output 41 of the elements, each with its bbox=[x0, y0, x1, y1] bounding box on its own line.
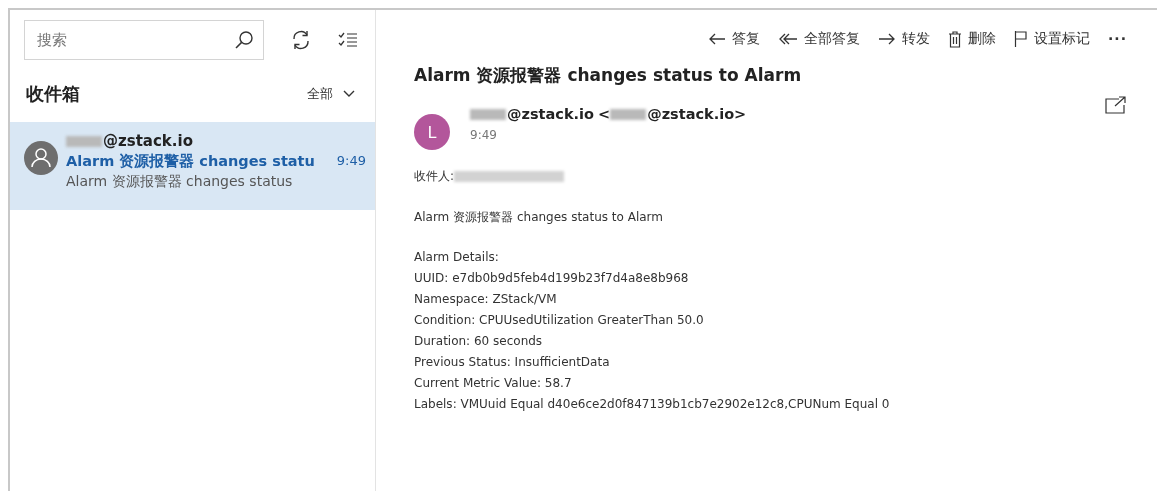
forward-button[interactable]: 转发 bbox=[878, 30, 931, 48]
sender-address: @zstack.io> bbox=[647, 106, 747, 122]
body-text: Alarm 资源报警器 changes status to Alarm bbox=[414, 209, 665, 226]
sender-avatar: L bbox=[414, 114, 450, 150]
flag-button[interactable]: 设置标记 bbox=[1014, 30, 1091, 48]
message-item[interactable]: @zstack.io Alarm 资源报警器 changes statu 9:49 Alarm 资源报警器 changes status bbox=[10, 122, 375, 210]
detail-line: Namespace: ZStack/VM bbox=[414, 291, 558, 308]
select-list-icon[interactable] bbox=[338, 31, 358, 49]
detail-line: UUID: e7db0b9d5feb4d199b23f7d4a8e8b968 bbox=[414, 270, 690, 287]
message-subject: Alarm 资源报警器 changes statu bbox=[66, 152, 315, 171]
filter-dropdown[interactable]: 全部 bbox=[307, 85, 355, 103]
detail-line: Current Metric Value: 58.7 bbox=[414, 375, 573, 392]
avatar-icon bbox=[24, 141, 58, 175]
arrow-left-icon bbox=[708, 32, 727, 46]
message-preview: Alarm 资源报警器 changes status bbox=[66, 172, 294, 191]
more-button[interactable]: ··· bbox=[1108, 30, 1127, 48]
detail-line: Previous Status: InsufficientData bbox=[414, 354, 611, 371]
reply-button[interactable]: 答复 bbox=[708, 30, 761, 48]
angle-bracket: < bbox=[597, 106, 611, 122]
message-time: 9:49 bbox=[336, 152, 366, 170]
folder-title: 收件箱 bbox=[26, 82, 80, 106]
arrow-right-icon bbox=[878, 32, 897, 46]
trash-icon bbox=[948, 30, 963, 48]
sender-address: @zstack.io bbox=[103, 132, 193, 151]
detail-line: Labels: VMUuid Equal d40e6ce2d0f847139b1cb7e2902e12c8,CPUNum Equal 0 bbox=[414, 396, 891, 413]
delete-button[interactable]: 删除 bbox=[948, 30, 997, 48]
double-arrow-left-icon bbox=[778, 32, 799, 46]
detail-line: Condition: CPUUsedUtilization GreaterThan 50.0 bbox=[414, 312, 705, 329]
detail-line: Duration: 60 seconds bbox=[414, 333, 544, 350]
sender-name: @zstack.io bbox=[507, 106, 594, 122]
chevron-down-icon bbox=[343, 90, 355, 98]
search-field[interactable]: 搜索 bbox=[24, 20, 264, 60]
email-time: 9:49 bbox=[470, 128, 498, 142]
flag-icon bbox=[1014, 30, 1029, 48]
search-icon[interactable] bbox=[234, 30, 254, 50]
recipient-label: 收件人: bbox=[414, 168, 455, 185]
popout-icon[interactable] bbox=[1105, 96, 1127, 114]
email-subject: Alarm 资源报警器 changes status to Alarm bbox=[414, 64, 802, 87]
reply-all-button[interactable]: 全部答复 bbox=[778, 30, 861, 48]
detail-line: Alarm Details: bbox=[414, 249, 500, 266]
sync-icon[interactable] bbox=[290, 29, 312, 51]
